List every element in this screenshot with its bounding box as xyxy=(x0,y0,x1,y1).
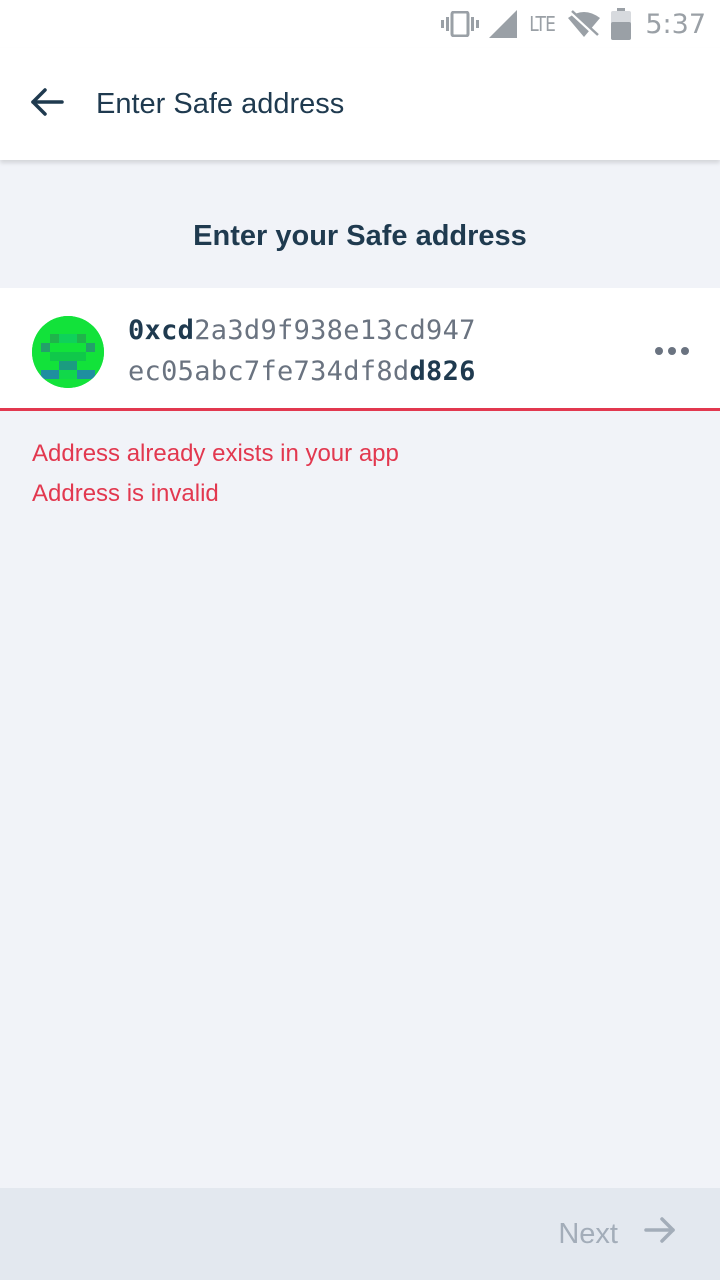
more-horizontal-icon xyxy=(654,343,690,361)
status-bar: LTE 5:37 xyxy=(0,0,720,48)
vibrate-icon xyxy=(441,11,480,37)
page-title: Enter Safe address xyxy=(96,87,345,120)
safe-address: 0xcd2a3d9f938e13cd947 ec05abc7fe734df8dd… xyxy=(128,310,476,392)
wifi-off-icon xyxy=(567,10,601,38)
identicon-avatar xyxy=(32,316,104,388)
next-button[interactable]: Next xyxy=(558,1216,676,1252)
app-bar: Enter Safe address xyxy=(0,48,720,160)
address-middle-2: ec05abc7fe734df8d xyxy=(128,356,410,387)
status-icons: LTE 5:37 xyxy=(441,8,706,40)
address-middle-1: 2a3d9f938e13cd947 xyxy=(194,315,476,346)
arrow-left-icon xyxy=(30,87,64,122)
arrow-right-icon xyxy=(644,1216,676,1252)
error-address-invalid: Address is invalid xyxy=(32,480,219,507)
address-suffix: d826 xyxy=(409,356,476,387)
network-type-label: LTE xyxy=(529,12,556,36)
section-heading: Enter your Safe address xyxy=(193,220,527,252)
next-label: Next xyxy=(558,1217,618,1250)
error-messages: Address already exists in your app Addre… xyxy=(32,434,399,514)
address-line-2: ec05abc7fe734df8dd826 xyxy=(128,351,476,392)
error-address-exists: Address already exists in your app xyxy=(32,440,399,467)
back-button[interactable] xyxy=(15,72,79,136)
more-options-button[interactable] xyxy=(648,332,696,372)
heading-area: Enter your Safe address xyxy=(0,160,720,288)
address-line-1: 0xcd2a3d9f938e13cd947 xyxy=(128,310,476,351)
clock: 5:37 xyxy=(645,8,706,40)
bottom-bar: Next xyxy=(0,1188,720,1280)
address-field[interactable]: 0xcd2a3d9f938e13cd947 ec05abc7fe734df8dd… xyxy=(0,288,720,411)
battery-icon xyxy=(611,8,632,40)
address-prefix: 0xcd xyxy=(128,315,195,346)
signal-icon xyxy=(489,10,518,38)
